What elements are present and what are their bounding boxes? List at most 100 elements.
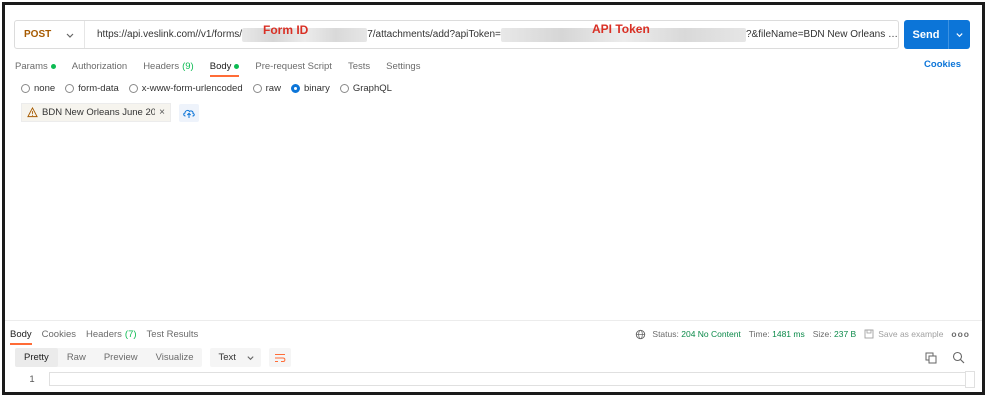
size-value: 237 B [834, 329, 857, 339]
body-mode-radios: none form-data x-www-form-urlencoded raw… [21, 82, 402, 94]
time-label: Time: [748, 329, 770, 339]
view-raw[interactable]: Raw [58, 348, 95, 367]
tab-tests[interactable]: Tests [348, 58, 370, 74]
tab-headers[interactable]: Headers (9) [143, 58, 194, 74]
status-readout: Status: 204 No Content [652, 329, 740, 339]
active-indicator-dot [50, 63, 56, 69]
method-label: POST [24, 29, 52, 40]
radio-circle [21, 83, 30, 93]
wrap-lines-button[interactable] [268, 348, 291, 367]
tab-label: Pre-request Script [255, 60, 332, 72]
more-options-button[interactable]: ooo [951, 329, 970, 339]
line-number: 1 [29, 374, 35, 385]
file-name: BDN New Orleans June 202... [42, 107, 155, 118]
send-options-button[interactable] [948, 20, 970, 49]
tab-label: Cookies [41, 328, 76, 340]
radio-circle [128, 83, 138, 93]
response-view-bar: Pretty Raw Preview Visualize Text [15, 348, 291, 367]
radio-graphql[interactable]: GraphQL [339, 82, 392, 94]
url-path: 7/attachments/add?apiToken= [367, 29, 501, 40]
size-readout: Size: 237 B [813, 329, 857, 339]
tab-body[interactable]: Body [209, 58, 240, 77]
view-pretty[interactable]: Pretty [15, 348, 58, 367]
tab-label: Params [15, 60, 48, 72]
response-body-editor[interactable]: 1 [15, 371, 975, 388]
selected-file-chip[interactable]: BDN New Orleans June 202... × [21, 103, 171, 122]
tab-label: Tests [347, 60, 371, 72]
chevron-down-icon [956, 33, 963, 38]
radio-circle [65, 83, 75, 93]
radio-x-www-form-urlencoded[interactable]: x-www-form-urlencoded [128, 82, 243, 94]
save-as-example-button[interactable]: Save as example [864, 329, 943, 339]
search-icon[interactable] [952, 351, 965, 364]
method-select[interactable]: POST [15, 21, 85, 48]
tab-label: Body [10, 328, 32, 340]
headers-count: (7) [124, 328, 137, 340]
view-preview[interactable]: Preview [95, 348, 147, 367]
save-icon [864, 329, 874, 339]
radio-label: binary [303, 82, 330, 94]
response-tabs: Body Cookies Headers (7) Test Results [10, 326, 208, 345]
response-tab-cookies[interactable]: Cookies [42, 326, 76, 342]
tab-label: Authorization [71, 60, 128, 72]
tab-label: Headers [85, 328, 122, 340]
view-visualize[interactable]: Visualize [147, 348, 203, 367]
tab-label: Body [209, 60, 232, 72]
chevron-down-icon [247, 356, 254, 361]
warning-icon [27, 107, 38, 118]
view-mode-group: Pretty Raw Preview Visualize [15, 348, 203, 367]
save-label: Save as example [878, 329, 944, 339]
editor-scrollbar[interactable] [965, 371, 975, 388]
copy-icon[interactable] [925, 352, 937, 364]
tab-label: Test Results [146, 328, 199, 340]
headers-count: (9) [182, 60, 194, 72]
tab-authorization[interactable]: Authorization [72, 58, 127, 74]
radio-none[interactable]: none [21, 83, 55, 94]
tab-label: Headers [143, 60, 180, 72]
network-globe-icon[interactable] [635, 329, 646, 340]
format-label: Text [218, 352, 236, 363]
radio-circle-selected [290, 83, 300, 93]
tab-params[interactable]: Params [15, 58, 56, 74]
send-button-group: Send [904, 20, 970, 49]
tab-pre-request-script[interactable]: Pre-request Script [255, 58, 332, 74]
wrap-lines-icon [274, 353, 286, 362]
response-tab-body[interactable]: Body [10, 326, 32, 345]
tab-label: Settings [386, 60, 421, 72]
radio-circle [252, 83, 262, 93]
radio-binary[interactable]: binary [290, 82, 330, 94]
remove-file-button[interactable]: × [159, 107, 165, 118]
response-tab-test-results[interactable]: Test Results [147, 326, 199, 342]
app-window: POST https://api.veslink.com//v1/forms/ … [2, 2, 985, 395]
upload-file-button[interactable] [179, 104, 199, 122]
size-label: Size: [812, 329, 832, 339]
cookies-link[interactable]: Cookies [924, 59, 961, 70]
annotation-api-token: API Token [592, 22, 650, 36]
response-tab-headers[interactable]: Headers (7) [86, 326, 137, 342]
url-base: https://api.veslink.com//v1/forms/ [97, 29, 243, 40]
radio-label: none [34, 82, 56, 94]
format-select[interactable]: Text [210, 348, 261, 367]
radio-form-data[interactable]: form-data [65, 83, 119, 94]
url-input[interactable]: https://api.veslink.com//v1/forms/ 7/att… [85, 21, 898, 48]
annotation-form-id: Form ID [263, 23, 309, 37]
active-indicator-dot [234, 63, 240, 69]
request-url-bar: POST https://api.veslink.com//v1/forms/ … [14, 20, 899, 49]
tab-settings[interactable]: Settings [386, 58, 420, 74]
url-query: ?&fileName=BDN New Orleans … [746, 29, 898, 40]
request-tabs: Params Authorization Headers (9) Body Pre… [15, 58, 436, 77]
radio-label: GraphQL [352, 82, 392, 94]
status-label: Status: [652, 329, 679, 339]
radio-label: raw [265, 82, 281, 94]
send-button[interactable]: Send [904, 29, 948, 41]
time-value: 1481 ms [772, 329, 805, 339]
radio-label: form-data [78, 82, 119, 94]
response-meta: Status: 204 No Content Time: 1481 ms Siz… [635, 327, 970, 341]
status-value: 204 No Content [681, 329, 741, 339]
cloud-upload-icon [183, 109, 195, 118]
radio-raw[interactable]: raw [252, 82, 281, 94]
radio-circle [339, 83, 349, 93]
code-line[interactable] [49, 372, 965, 386]
time-readout: Time: 1481 ms [749, 329, 805, 339]
radio-label: x-www-form-urlencoded [141, 82, 243, 94]
